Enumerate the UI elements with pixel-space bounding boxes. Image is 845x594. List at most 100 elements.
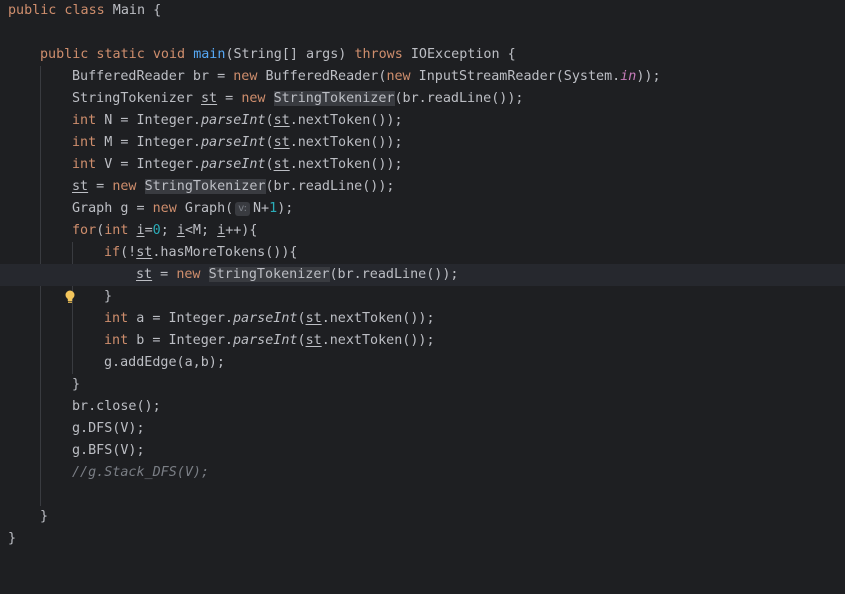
keyword: public static void [40, 47, 186, 62]
code-line-9[interactable]: st = new StringTokenizer(br.readLine()); [0, 176, 845, 198]
code-text: .nextToken()); [289, 157, 403, 172]
code-text: ( [265, 157, 274, 172]
code-text: ( [297, 333, 306, 348]
code-text: .nextToken()); [289, 135, 403, 150]
comment: //g.Stack_DFS(V); [72, 465, 210, 480]
code-line-1[interactable]: public class Main { [0, 0, 845, 22]
code-text: N = Integer. [96, 113, 201, 128]
keyword: for [72, 223, 97, 238]
variable-st: st [273, 135, 290, 150]
code-text: InputStreamReader(System. [410, 69, 621, 84]
code-text: Main { [104, 3, 162, 18]
code-line-23[interactable] [0, 484, 845, 506]
variable-st: st [305, 311, 322, 326]
keyword: new [152, 201, 177, 216]
code-line-20[interactable]: g.DFS(V); [0, 418, 845, 440]
code-text: } [40, 509, 49, 524]
code-line-4[interactable]: BufferedReader br = new BufferedReader(n… [0, 66, 845, 88]
code-text: g.addEdge(a,b); [104, 355, 225, 370]
keyword: new [176, 267, 201, 282]
code-line-12[interactable]: if(!st.hasMoreTokens()){ [0, 242, 845, 264]
code-line-24[interactable]: } [0, 506, 845, 528]
keyword: public class [8, 3, 105, 18]
code-text: = [217, 91, 242, 106]
code-text: .nextToken()); [321, 311, 435, 326]
variable-st: st [201, 91, 218, 106]
code-text: .nextToken()); [289, 113, 403, 128]
keyword: int [72, 135, 97, 150]
keyword: throws [354, 47, 403, 62]
code-text: Graph g = [72, 201, 153, 216]
code-line-22[interactable]: //g.Stack_DFS(V); [0, 462, 845, 484]
code-line-6[interactable]: int N = Integer.parseInt(st.nextToken())… [0, 110, 845, 132]
code-line-8[interactable]: int V = Integer.parseInt(st.nextToken())… [0, 154, 845, 176]
code-text: N+ [253, 201, 270, 216]
keyword: int [104, 333, 129, 348]
code-line-15[interactable]: int a = Integer.parseInt(st.nextToken())… [0, 308, 845, 330]
code-line-13-current[interactable]: st = new StringTokenizer(br.readLine()); [0, 264, 845, 303]
keyword: new [241, 91, 266, 106]
code-text: = [144, 223, 153, 238]
code-line-21[interactable]: g.BFS(V); [0, 440, 845, 462]
code-line-17[interactable]: g.addEdge(a,b); [0, 352, 845, 374]
code-editor[interactable]: public class Main { public static void m… [0, 0, 845, 558]
highlighted-symbol: StringTokenizer [273, 91, 395, 106]
keyword: int [104, 223, 129, 238]
variable-st: st [72, 179, 89, 194]
method-name-main: main [193, 47, 226, 62]
code-text: ( [297, 311, 306, 326]
code-line-18[interactable]: } [0, 374, 845, 396]
keyword: new [386, 69, 411, 84]
variable-st: st [305, 333, 322, 348]
code-text: .hasMoreTokens()){ [152, 245, 298, 260]
code-text: Graph( [176, 201, 234, 216]
code-text: (br.readLine()); [329, 267, 459, 282]
static-field: in [620, 69, 637, 84]
keyword: if [104, 245, 121, 260]
code-text: (br.readLine()); [394, 91, 524, 106]
code-text: } [8, 531, 17, 546]
code-line-19[interactable]: br.close(); [0, 396, 845, 418]
code-text: ( [265, 135, 274, 150]
code-text: = [88, 179, 113, 194]
code-text: (br.readLine()); [265, 179, 395, 194]
code-text: .nextToken()); [321, 333, 435, 348]
code-text: (String[] args) [225, 47, 355, 62]
code-text: BufferedReader br = [72, 69, 234, 84]
code-line-3[interactable]: public static void main(String[] args) t… [0, 44, 845, 66]
code-line-11[interactable]: for(int i=0; i<M; i++){ [0, 220, 845, 242]
code-text: ; [160, 223, 177, 238]
static-method: parseInt [201, 157, 266, 172]
code-text: ); [277, 201, 294, 216]
code-text: IOException { [402, 47, 516, 62]
static-method: parseInt [233, 311, 298, 326]
code-line-5[interactable]: StringTokenizer st = new StringTokenizer… [0, 88, 845, 110]
code-text: ( [265, 113, 274, 128]
variable-st: st [136, 267, 153, 282]
code-text: )); [636, 69, 661, 84]
code-line-10[interactable]: Graph g = new Graph(v: N+1); [0, 198, 845, 220]
static-method: parseInt [201, 113, 266, 128]
code-text: g.DFS(V); [72, 421, 145, 436]
code-line-16[interactable]: int b = Integer.parseInt(st.nextToken())… [0, 330, 845, 352]
code-text: } [72, 377, 81, 392]
keyword: int [104, 311, 129, 326]
code-text: StringTokenizer [72, 91, 201, 106]
keyword: int [72, 113, 97, 128]
code-line-2[interactable] [0, 22, 845, 44]
code-line-25[interactable]: } [0, 528, 845, 550]
keyword: new [233, 69, 258, 84]
code-line-7[interactable]: int M = Integer.parseInt(st.nextToken())… [0, 132, 845, 154]
variable-i: i [176, 223, 185, 238]
highlighted-symbol: StringTokenizer [144, 179, 266, 194]
keyword: new [112, 179, 137, 194]
parameter-hint: v: [235, 202, 250, 216]
number-literal: 1 [269, 201, 278, 216]
code-line-14[interactable]: } [0, 286, 845, 308]
code-text: g.BFS(V); [72, 443, 145, 458]
variable-st: st [273, 113, 290, 128]
code-text: (! [120, 245, 137, 260]
